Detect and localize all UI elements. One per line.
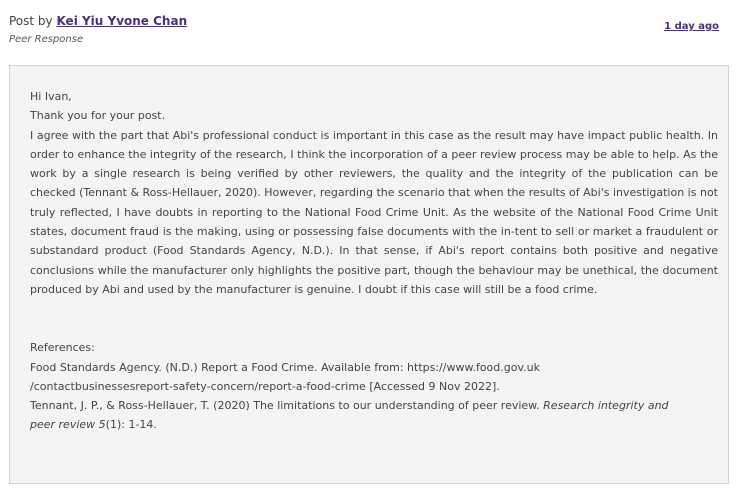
author-link[interactable]: Kei Yiu Yvone Chan (56, 14, 187, 28)
post-header: Post by Kei Yiu Yvone Chan Peer Response… (9, 12, 721, 52)
reference-1-line-2: /contactbusinessesreport-safety-concern/… (30, 379, 500, 393)
reference-2-authors: Tennant, J. P., & Ross-Hellauer, T. (202… (30, 399, 540, 413)
post-greeting: Hi Ivan, (30, 90, 72, 103)
post-body-paragraph: I agree with the part that Abi's profess… (30, 128, 718, 296)
references-heading: References: (30, 341, 95, 355)
reference-2-journal-a: Research integrity and (543, 399, 669, 413)
reference-2: Tennant, J. P., & Ross-Hellauer, T. (202… (30, 396, 718, 435)
post-by-prefix: Post by (9, 14, 53, 28)
reference-1-line-1: Food Standards Agency. (N.D.) Report a F… (30, 360, 540, 374)
timestamp-link[interactable]: 1 day ago (664, 21, 719, 32)
post-thanks: Thank you for your post. (30, 109, 166, 123)
post-type-label: Peer Response (9, 34, 84, 45)
reference-2-journal-b: peer review 5 (30, 418, 106, 432)
reference-2-issue: (1): 1-14. (105, 418, 157, 432)
post-byline: Post by Kei Yiu Yvone Chan (9, 14, 187, 28)
post-content: Hi Ivan, Thank you for your post. I agre… (9, 65, 729, 484)
